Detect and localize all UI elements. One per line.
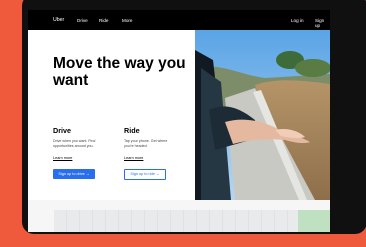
login-link[interactable]: Log in (291, 18, 304, 23)
browser-screen: Uber Drive Ride More Log in Sign up Move… (28, 10, 330, 232)
ride-description: Tap your phone. Get where you're headed. (124, 139, 168, 148)
hero-photo (195, 30, 330, 200)
ride-learn-more-link[interactable]: Learn more (124, 156, 143, 160)
top-navigation: Uber Drive Ride More Log in Sign up (28, 10, 330, 30)
signup-link[interactable]: Sign up (315, 18, 330, 28)
uber-logo[interactable]: Uber (53, 17, 64, 23)
signup-drive-button[interactable]: Sign up to drive → (53, 169, 95, 179)
map-park-area (298, 210, 330, 232)
drive-learn-more-link[interactable]: Learn more (53, 156, 72, 160)
nav-link-drive[interactable]: Drive (77, 18, 88, 23)
nav-link-more[interactable]: More (122, 18, 132, 23)
map-preview (54, 210, 330, 232)
drive-heading: Drive (53, 126, 71, 135)
drive-description: Drive when you want. Find opportunities … (53, 139, 96, 148)
signup-ride-button[interactable]: Sign up to ride → (124, 169, 166, 180)
ride-heading: Ride (124, 126, 140, 135)
page-headline: Move the way you want (53, 55, 186, 89)
nav-link-ride[interactable]: Ride (99, 18, 108, 23)
